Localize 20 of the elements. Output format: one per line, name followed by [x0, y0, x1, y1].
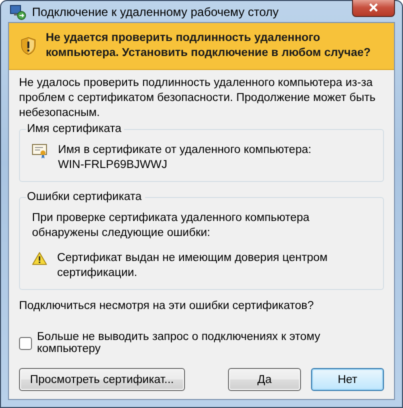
group-title: Имя сертификата	[26, 122, 122, 136]
warning-icon	[32, 251, 48, 266]
group-title: Ошибки сертификата	[26, 190, 143, 204]
close-button[interactable]	[352, 0, 395, 17]
dialog-button[interactable]: Просмотреть сертификат...	[19, 368, 185, 391]
question-text: Подключиться несмотря на эти ошибки сертификатов?	[19, 299, 315, 314]
remote-desktop-icon	[10, 4, 26, 20]
errors-intro: При проверке сертификата удаленного компьютера обнаружены следующие ошибки:	[32, 211, 310, 241]
close-icon	[369, 3, 378, 12]
checkbox-label: Больше не выводить запрос о подключениях к этому компьютеру	[37, 331, 322, 355]
certificate-name-value: WIN-FRLP69BJWWJ	[58, 158, 168, 173]
dont-ask-checkbox[interactable]	[19, 336, 32, 350]
dialog-button[interactable]: Да	[228, 368, 301, 391]
certificate-name-label: Имя в сертификате от удаленного компьютера:	[58, 143, 312, 158]
certificate-icon	[32, 143, 48, 159]
dialog-button[interactable]: Нет	[311, 368, 384, 391]
warning-message: Не удалось проверить подлинность удаленного компьютера из-за проблем с сертификатом безопасности. Продолжение может быть небезопасным.	[19, 76, 377, 121]
window-title: Подключение к удаленному рабочему столу	[32, 4, 280, 18]
warning-heading: Не удается проверить подлинность удаленного компьютера. Установить подключение в любом случае?	[46, 31, 372, 61]
error-text: Сертификат выдан не имеющим доверия центром сертификации.	[57, 251, 329, 281]
